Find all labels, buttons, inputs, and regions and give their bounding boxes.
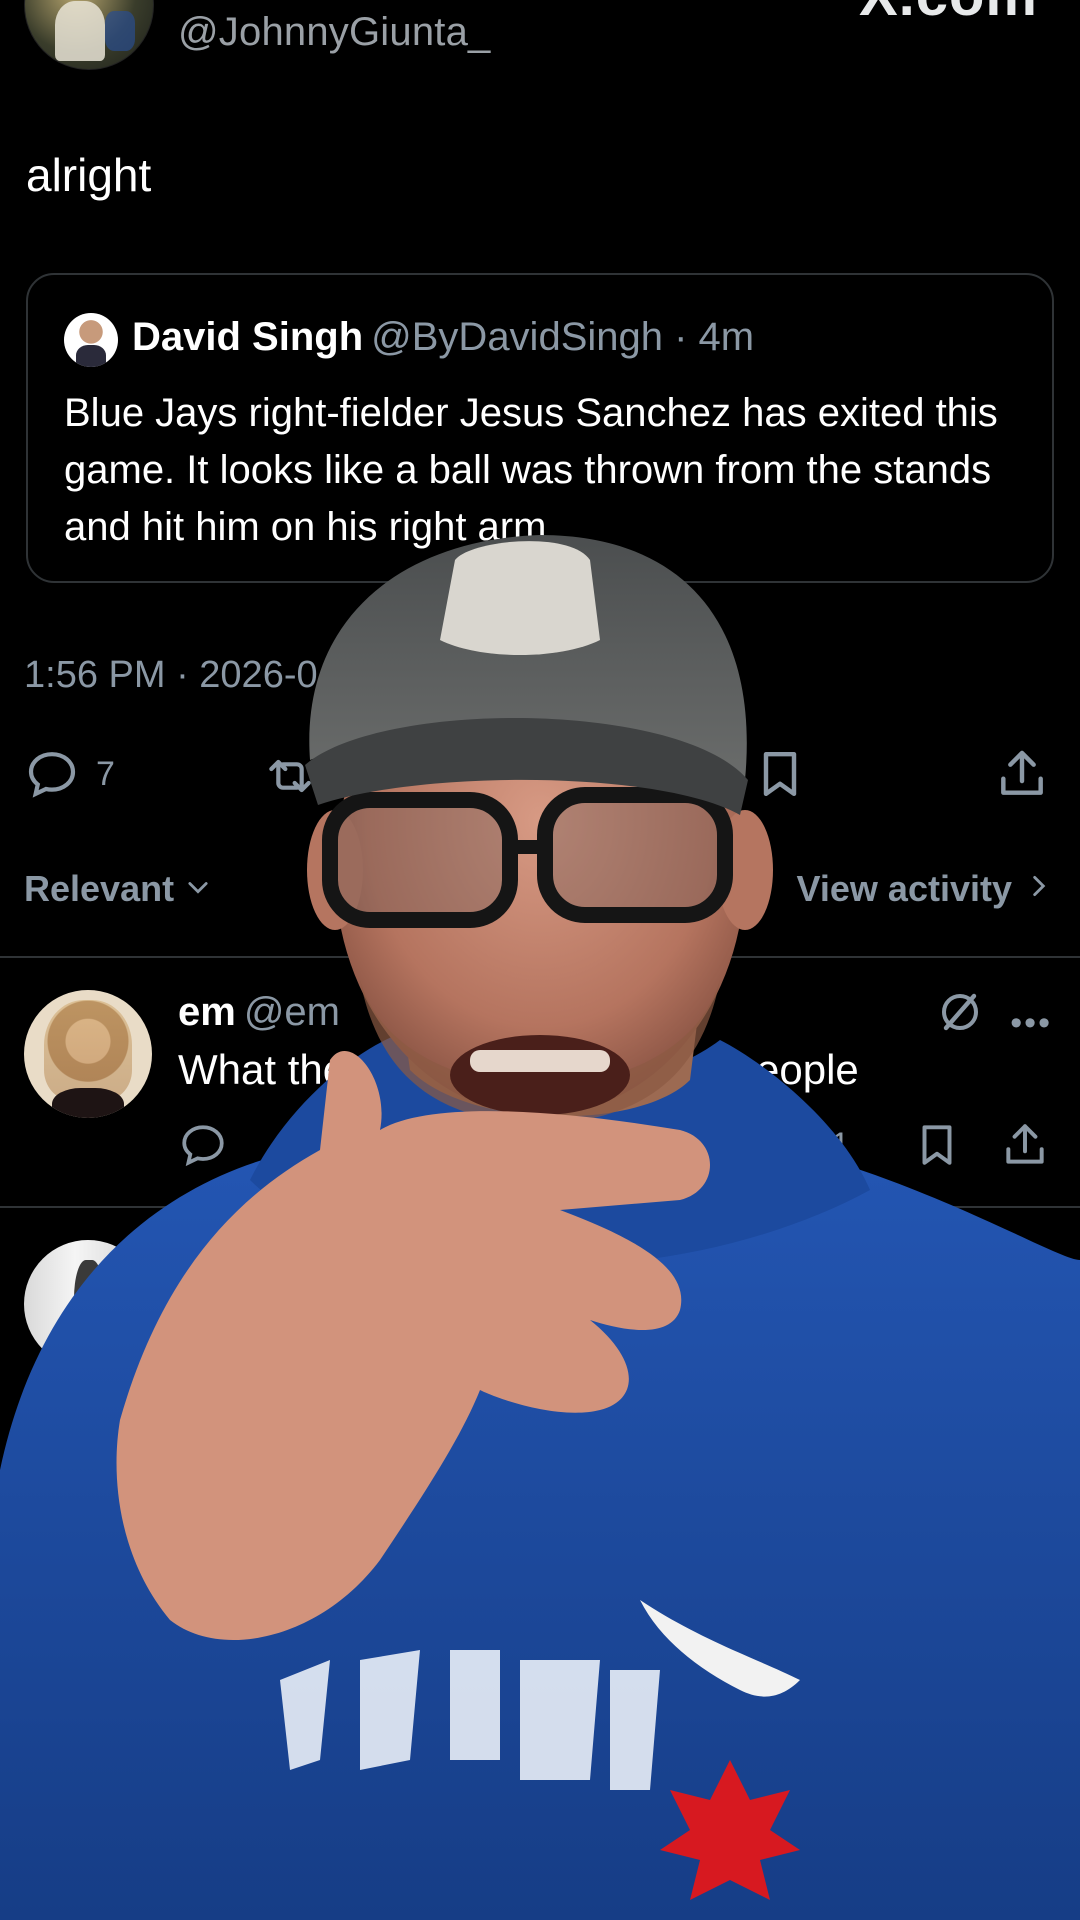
share-icon (994, 744, 1050, 804)
sort-label: Relevant (24, 868, 175, 909)
repost-icon (262, 748, 318, 804)
post-text: alright (26, 149, 152, 201)
repost-button[interactable] (262, 748, 318, 804)
reply-bookmark-button[interactable] (912, 1118, 962, 1177)
share-button[interactable] (994, 744, 1050, 804)
author-handle[interactable]: @JohnnyGiunta_ (178, 10, 491, 55)
reply-text-start: What the (178, 1046, 347, 1093)
more-icon[interactable]: ••• (1010, 1004, 1052, 1043)
glasses-right-lens (537, 787, 733, 923)
hoodie (0, 1110, 1080, 1920)
maple-leaf-logo (660, 1760, 800, 1900)
quoted-author-avatar (64, 313, 118, 367)
cap-brim (305, 717, 748, 815)
quoted-post-card[interactable]: David Singh @ByDavidSingh · 4m Blue Jays … (26, 273, 1054, 583)
face (335, 625, 745, 1115)
reply2-author-avatar[interactable] (24, 1240, 152, 1368)
reply-author-line: em @em (178, 990, 340, 1035)
quoted-post-text: Blue Jays right-fielder Jesus Sanchez ha… (64, 391, 998, 549)
reply-count: 7 (96, 754, 115, 793)
reply-reply-button[interactable] (178, 1120, 228, 1175)
reply-button[interactable]: 7 (24, 746, 115, 802)
reply-share-button[interactable] (1000, 1118, 1050, 1177)
quoted-author-name: David Singh (132, 315, 364, 359)
sort-dropdown[interactable]: Relevant (24, 868, 212, 910)
reply-author-avatar[interactable] (24, 990, 152, 1118)
bookmark-icon (912, 1125, 962, 1176)
view-activity-link[interactable]: View activity (797, 868, 1052, 910)
x-brand-watermark: X.com (859, 0, 1038, 29)
share-icon (1000, 1124, 1050, 1176)
author-avatar[interactable] (24, 0, 154, 70)
grok-slash-icon[interactable] (936, 988, 984, 1041)
post-timestamp: 1:56 PM · 2026-0 (24, 654, 318, 696)
reply-author-handle[interactable]: @em (244, 990, 340, 1034)
reply-author-name[interactable]: em (178, 990, 236, 1034)
chevron-down-icon (184, 868, 212, 910)
view-activity-label: View activity (796, 868, 1012, 909)
reply-text-end: eople (756, 1046, 859, 1093)
reply-icon (24, 746, 80, 802)
mouth (450, 1035, 630, 1115)
bookmark-icon (752, 744, 808, 804)
reply2-author-name[interactable]: t (178, 1236, 191, 1281)
chevron-right-icon (1026, 868, 1052, 910)
divider (0, 956, 1080, 958)
divider (0, 1206, 1080, 1208)
neck (400, 1000, 700, 1117)
nike-logo (640, 1600, 800, 1697)
glasses-left-lens (322, 792, 518, 928)
quoted-author-line: David Singh @ByDavidSingh · 4m (132, 315, 754, 360)
quoted-author-handle-time: @ByDavidSingh · 4m (371, 315, 755, 359)
reply-icon (178, 1125, 228, 1174)
reply-views-count: 21 (812, 1126, 850, 1164)
tiktok-video-frame: @JohnnyGiunta_ X.com alright David Singh… (0, 0, 1080, 1920)
bookmark-button[interactable] (752, 744, 808, 804)
